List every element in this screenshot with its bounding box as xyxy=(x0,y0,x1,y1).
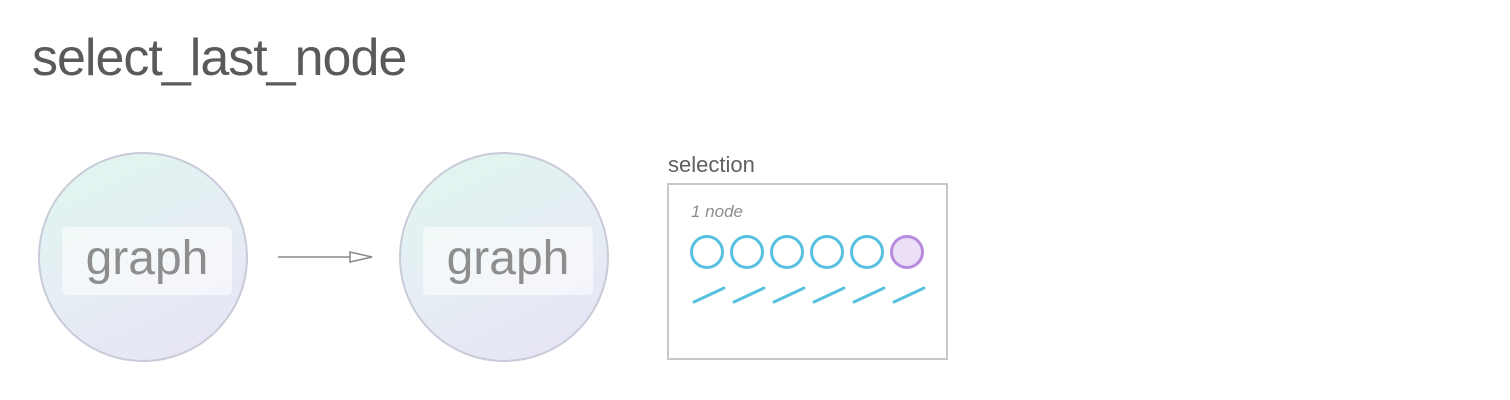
node-icon xyxy=(810,235,844,269)
edge-icon xyxy=(732,286,766,304)
node-count: 1 node xyxy=(691,202,743,221)
graph-label: graph xyxy=(423,227,593,295)
node-row xyxy=(690,235,924,269)
page-title: select_last_node xyxy=(32,29,407,87)
edge-icon xyxy=(892,286,926,304)
node-icon xyxy=(850,235,884,269)
selection-title: selection xyxy=(668,152,755,177)
node-icon xyxy=(690,235,724,269)
edge-icon xyxy=(692,286,726,304)
graph-node-after: graph xyxy=(399,152,609,362)
edge-icon xyxy=(772,286,806,304)
edge-icon xyxy=(812,286,846,304)
arrow-icon xyxy=(278,251,373,263)
selected-node-icon xyxy=(890,235,924,269)
edge-icon xyxy=(852,286,886,304)
node-icon xyxy=(770,235,804,269)
selection-panel: 1 node xyxy=(667,183,948,360)
graph-label: graph xyxy=(62,227,232,295)
edge-row xyxy=(692,286,926,304)
graph-node-before: graph xyxy=(38,152,248,362)
node-icon xyxy=(730,235,764,269)
